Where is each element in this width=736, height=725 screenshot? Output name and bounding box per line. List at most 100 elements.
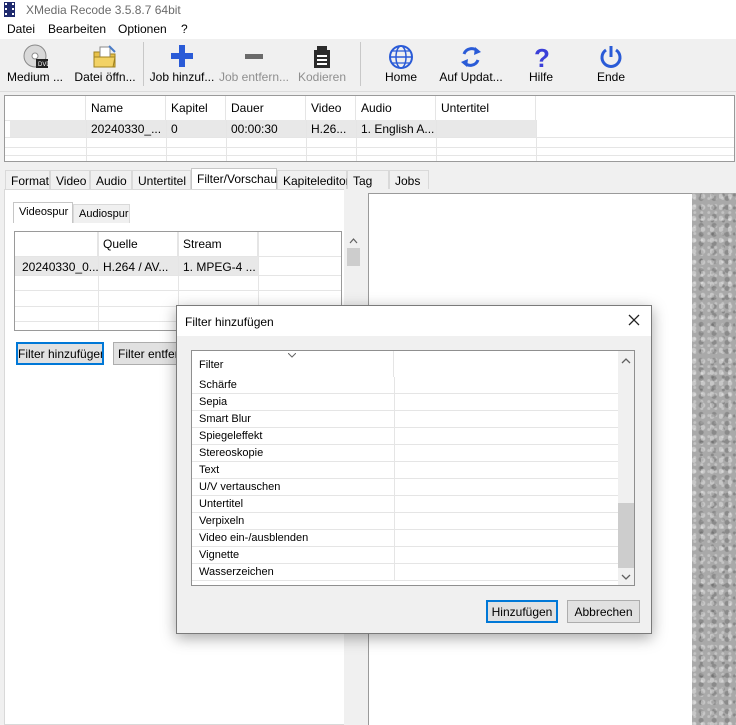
column-divider xyxy=(394,462,395,478)
list-item[interactable]: U/V vertauschen xyxy=(192,479,618,496)
column-header-dauer[interactable]: Dauer xyxy=(226,96,306,120)
panel-scrollbar[interactable] xyxy=(346,236,361,266)
scroll-thumb[interactable] xyxy=(618,503,634,568)
row-divider xyxy=(5,137,734,138)
column-divider xyxy=(394,445,395,461)
filter-name: Sepia xyxy=(199,396,228,408)
tab-kapiteleditor[interactable]: Kapiteleditor xyxy=(277,170,350,189)
title-bar: XMedia Recode 3.5.8.7 64bit xyxy=(0,0,736,20)
column-divider xyxy=(356,120,357,161)
add-button[interactable]: Hinzufügen xyxy=(486,600,558,623)
add-filter-dialog: Filter hinzufügen Filter Schärfe Sepia S… xyxy=(176,305,652,634)
tab-audio[interactable]: Audio xyxy=(90,170,132,189)
menu-bearbeiten[interactable]: Bearbeiten xyxy=(48,22,106,36)
list-item[interactable]: Wasserzeichen xyxy=(192,564,618,581)
menu-datei[interactable]: Datei xyxy=(7,22,35,36)
home-label: Home xyxy=(384,70,417,84)
close-icon[interactable] xyxy=(627,313,641,327)
job-list[interactable]: Name Kapitel Dauer Video Audio Untertite… xyxy=(4,95,735,162)
list-item[interactable]: Verpixeln xyxy=(192,513,618,530)
help-label: Hilfe xyxy=(528,70,553,84)
open-disc-button[interactable]: DVD Medium ... xyxy=(2,39,68,91)
filter-list[interactable]: Filter Schärfe Sepia Smart Blur Spiegele… xyxy=(191,350,635,586)
open-folder-icon xyxy=(93,45,116,68)
menu-optionen[interactable]: Optionen xyxy=(118,22,167,36)
table-row[interactable]: 20240330_... 0 00:00:30 H.26... 1. Engli… xyxy=(10,120,536,137)
remove-filter-button[interactable]: Filter entfern xyxy=(113,342,177,365)
column-header-untertitel[interactable]: Untertitel xyxy=(436,96,536,120)
tab-jobs[interactable]: Jobs xyxy=(389,170,429,189)
encode-button[interactable]: Kodieren xyxy=(294,39,350,91)
add-job-button[interactable]: Job hinzuf... xyxy=(148,39,216,91)
list-item[interactable]: Untertitel xyxy=(192,496,618,513)
column-header-kapitel[interactable]: Kapitel xyxy=(166,96,226,120)
svg-text:DVD: DVD xyxy=(38,62,49,68)
exit-button[interactable]: Ende xyxy=(586,39,636,91)
scroll-down-icon[interactable] xyxy=(621,573,631,581)
remove-job-label: Job entfern... xyxy=(218,70,290,84)
help-button[interactable]: ? Hilfe xyxy=(516,39,566,91)
menu-bar: Datei Bearbeiten Optionen ? xyxy=(0,20,736,39)
column-divider xyxy=(394,428,395,444)
list-item[interactable]: Spiegeleffekt xyxy=(192,428,618,445)
window-title: XMedia Recode 3.5.8.7 64bit xyxy=(26,3,181,17)
cancel-button[interactable]: Abbrechen xyxy=(567,600,640,623)
column-divider xyxy=(436,120,437,161)
menu-help[interactable]: ? xyxy=(181,22,188,36)
column-header-video[interactable]: Video xyxy=(306,96,356,120)
column-header-audio[interactable]: Audio xyxy=(356,96,436,120)
update-icon xyxy=(461,47,481,67)
list-item[interactable]: Vignette xyxy=(192,547,618,564)
subtab-audiospur[interactable]: Audiospur xyxy=(73,204,130,223)
check-update-label: Auf Updat... xyxy=(439,70,503,84)
remove-job-button[interactable]: Job entfern... xyxy=(218,39,290,91)
stream-column-header-quelle[interactable]: Quelle xyxy=(98,232,178,256)
open-file-label: Datei öffn... xyxy=(74,70,136,84)
power-icon xyxy=(600,46,622,68)
table-row[interactable]: 20240330_0... H.264 / AV... 1. MPEG-4 ..… xyxy=(15,257,258,275)
home-button[interactable]: Home xyxy=(376,39,426,91)
tab-video[interactable]: Video xyxy=(50,170,90,189)
check-update-button[interactable]: Auf Updat... xyxy=(436,39,506,91)
filter-name: Smart Blur xyxy=(199,413,251,425)
tab-untertitel[interactable]: Untertitel xyxy=(132,170,191,189)
tab-filter-vorschau[interactable]: Filter/Vorschau xyxy=(191,168,277,189)
filter-column-header[interactable]: Filter xyxy=(192,351,394,377)
list-item[interactable]: Sepia xyxy=(192,394,618,411)
stream-column-header-stream[interactable]: Stream xyxy=(178,232,258,256)
list-item[interactable]: Stereoskopie xyxy=(192,445,618,462)
list-item[interactable]: Schärfe xyxy=(192,377,618,394)
column-divider xyxy=(394,564,395,580)
column-divider xyxy=(394,394,395,410)
disc-icon: DVD xyxy=(23,44,49,68)
encode-icon xyxy=(314,46,330,68)
column-divider xyxy=(86,120,87,161)
list-item[interactable]: Video ein-/ausblenden xyxy=(192,530,618,547)
open-file-button[interactable]: Datei öffn... xyxy=(70,39,140,91)
row-divider xyxy=(5,155,734,156)
row-divider xyxy=(5,147,734,148)
tab-format[interactable]: Format xyxy=(5,170,50,189)
column-divider xyxy=(394,377,395,393)
stream-column-header-file[interactable] xyxy=(15,232,98,256)
column-divider xyxy=(226,120,227,161)
stream-source-cell: H.264 / AV... xyxy=(103,260,169,274)
scroll-up-icon[interactable] xyxy=(621,357,631,365)
filter-column-header-empty xyxy=(394,351,618,377)
column-divider xyxy=(394,496,395,512)
list-item[interactable]: Smart Blur xyxy=(192,411,618,428)
add-filter-button[interactable]: Filter hinzufügen xyxy=(16,342,104,365)
filter-name: Schärfe xyxy=(199,379,237,391)
subtab-videospur[interactable]: Videospur xyxy=(13,202,73,223)
filter-list-scrollbar[interactable] xyxy=(618,351,634,585)
filter-name: Verpixeln xyxy=(199,515,245,527)
preview-image xyxy=(692,193,736,725)
column-divider xyxy=(166,120,167,161)
column-header-name[interactable]: Name xyxy=(86,96,166,120)
tab-tag[interactable]: Tag xyxy=(347,170,389,189)
sort-chevron-icon xyxy=(288,353,296,358)
column-divider xyxy=(394,411,395,427)
list-item[interactable]: Text xyxy=(192,462,618,479)
column-divider xyxy=(536,120,537,161)
column-divider xyxy=(394,547,395,563)
